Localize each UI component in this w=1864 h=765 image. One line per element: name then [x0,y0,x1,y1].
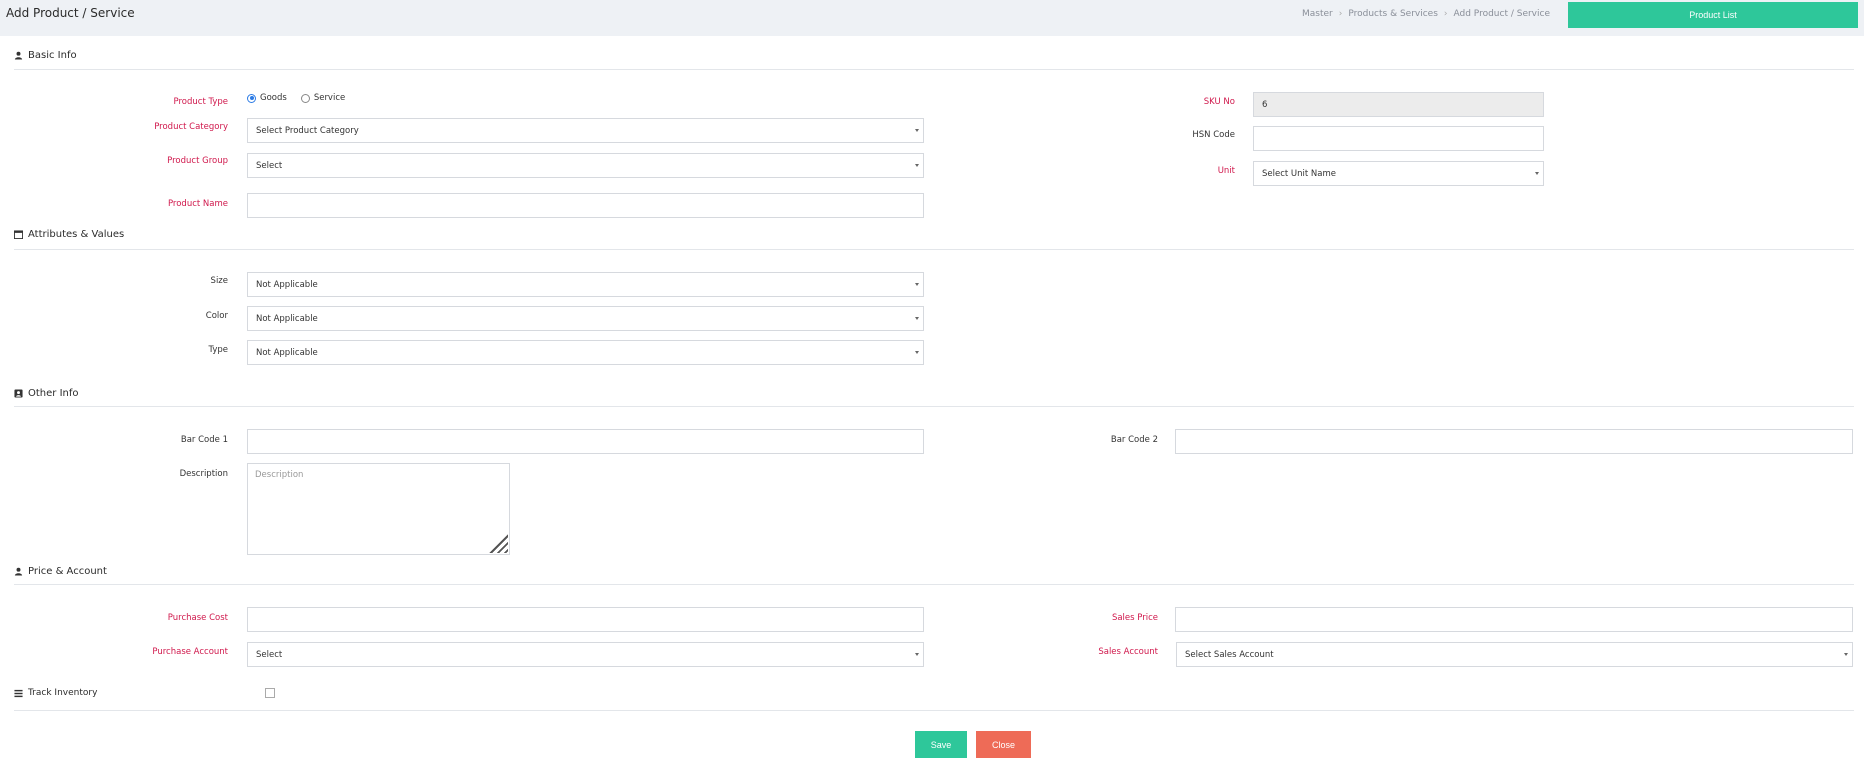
product-name-label: Product Name [167,199,228,209]
product-category-select[interactable]: Select Product Category [247,118,924,143]
description-textarea[interactable]: Description [247,463,510,555]
sales-account-label: Sales Account [1098,647,1158,657]
breadcrumb-master[interactable]: Master [1302,9,1333,19]
sales-account-value: Select Sales Account [1185,649,1274,660]
list-icon [14,689,23,697]
purchase-cost-label: Purchase Cost [167,613,228,623]
calendar-icon [14,230,23,239]
size-value: Not Applicable [256,279,318,290]
section-price-account: Price & Account [14,566,107,577]
product-group-select[interactable]: Select [247,153,924,178]
hsn-code-label: HSN Code [1192,130,1235,140]
description-placeholder: Description [255,470,304,480]
color-value: Not Applicable [256,313,318,324]
top-bar: Add Product / Service Master › Products … [0,0,1864,36]
unit-value: Select Unit Name [1262,168,1337,179]
breadcrumb-products-services[interactable]: Products & Services [1348,9,1438,19]
breadcrumb-separator-icon: › [1443,9,1448,19]
divider [14,584,1854,585]
chevron-down-icon [915,129,919,132]
product-type-label: Product Type [173,97,229,107]
service-radio-label[interactable]: Service [314,93,345,103]
sales-account-select[interactable]: Select Sales Account [1176,642,1853,667]
save-button[interactable]: Save [915,731,967,758]
size-label: Size [210,276,228,286]
track-inventory-checkbox[interactable] [265,688,275,698]
breadcrumb-separator-icon: › [1338,9,1343,19]
barcode1-input[interactable] [247,429,924,454]
breadcrumb-current: Add Product / Service [1453,9,1550,19]
section-other-info: Other Info [14,388,79,399]
chevron-down-icon [1535,172,1539,175]
track-inventory-row: Track Inventory [14,688,97,698]
sales-price-input[interactable] [1175,607,1853,632]
product-name-input[interactable] [247,193,924,218]
hsn-code-input[interactable] [1253,126,1544,151]
chevron-down-icon [915,653,919,656]
divider [14,406,1854,407]
description-label: Description [179,469,228,479]
product-category-value: Select Product Category [256,125,359,136]
product-list-button[interactable]: Product List [1568,2,1858,28]
page-title: Add Product / Service [6,6,135,20]
product-group-label: Product Group [167,156,228,166]
unit-label: Unit [1217,166,1235,176]
product-type-radio-group: Goods Service [247,93,345,103]
breadcrumb: Master › Products & Services › Add Produ… [1302,9,1550,19]
section-basic-info: Basic Info [14,50,77,61]
sku-input: 6 [1253,92,1544,117]
user-icon [14,51,23,60]
barcode2-label: Bar Code 2 [1110,435,1158,445]
size-select[interactable]: Not Applicable [247,272,924,297]
color-select[interactable]: Not Applicable [247,306,924,331]
chevron-down-icon [915,283,919,286]
chevron-down-icon [915,351,919,354]
color-label: Color [205,311,228,321]
goods-radio-label[interactable]: Goods [260,93,287,103]
barcode2-input[interactable] [1175,429,1853,454]
service-radio[interactable] [300,93,310,103]
section-title-text: Price & Account [28,566,107,577]
track-inventory-label: Track Inventory [28,688,98,698]
chevron-down-icon [915,164,919,167]
section-title-text: Other Info [28,388,79,399]
purchase-account-select[interactable]: Select [247,642,924,667]
divider [14,69,1854,70]
type-value: Not Applicable [256,347,318,358]
divider [14,249,1854,250]
chevron-down-icon [915,317,919,320]
goods-radio[interactable] [247,93,256,103]
divider [14,710,1854,711]
purchase-account-label: Purchase Account [152,647,228,657]
contact-card-icon [14,389,23,398]
sku-label: SKU No [1203,97,1235,107]
section-attributes: Attributes & Values [14,229,124,240]
chevron-down-icon [1844,653,1848,656]
resize-handle-icon[interactable] [486,531,508,553]
section-title-text: Attributes & Values [28,229,125,240]
purchase-account-value: Select [256,649,283,660]
product-group-value: Select [256,160,283,171]
close-button[interactable]: Close [976,731,1031,758]
purchase-cost-input[interactable] [247,607,924,632]
section-title-text: Basic Info [28,50,77,61]
user-icon [14,567,23,576]
sales-price-label: Sales Price [1111,613,1158,623]
unit-select[interactable]: Select Unit Name [1253,161,1544,186]
product-category-label: Product Category [154,122,228,132]
type-select[interactable]: Not Applicable [247,340,924,365]
type-label: Type [208,345,228,355]
barcode1-label: Bar Code 1 [180,435,228,445]
